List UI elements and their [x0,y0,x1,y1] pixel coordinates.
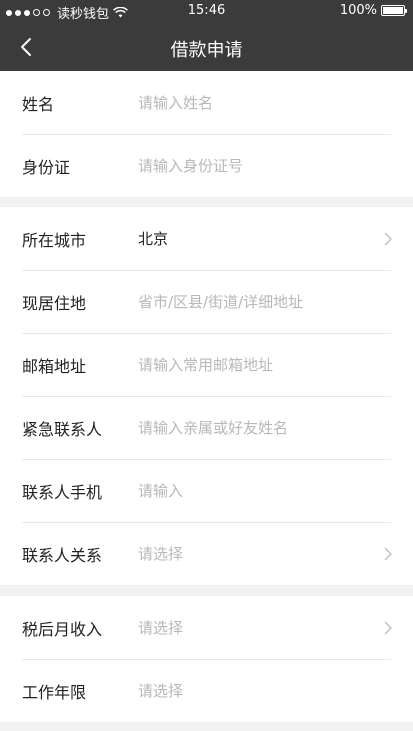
field-label: 工作年限 [22,682,87,702]
section-income: 税后月收入 请选择 工作年限 请选择 [0,596,413,722]
field-label: 联系人手机 [22,482,103,502]
field-label: 姓名 [22,94,55,114]
form-row-income[interactable]: 税后月收入 请选择 [0,596,413,659]
form-row-emergency-contact[interactable]: 紧急联系人 请输入亲属或好友姓名 [0,396,413,459]
income-select[interactable]: 请选择 [138,617,183,638]
field-label: 联系人关系 [22,545,103,565]
page-title: 借款申请 [170,40,243,61]
form-row-id-number[interactable]: 身份证 请输入身份证号 [0,134,413,197]
section-contact: 所在城市 北京 现居住地 省市/区县/街道/详细地址 邮箱地址 请输入常用邮箱地… [0,207,413,585]
contact-relation-select[interactable]: 请选择 [138,543,183,564]
battery-percent: 100% [339,3,377,18]
name-input[interactable]: 请输入姓名 [138,92,213,113]
field-label: 税后月收入 [22,619,103,639]
top-bar: 读秒钱包 15:46 100% 借款申请 [0,0,413,71]
email-input[interactable]: 请输入常用邮箱地址 [138,354,273,375]
residence-input[interactable]: 省市/区县/街道/详细地址 [138,291,303,312]
work-years-select[interactable]: 请选择 [138,680,183,701]
status-bar: 读秒钱包 15:46 100% [0,0,413,24]
section-identity: 姓名 请输入姓名 身份证 请输入身份证号 [0,71,413,197]
form-row-contact-relation[interactable]: 联系人关系 请选择 [0,522,413,585]
chevron-right-icon [384,232,393,246]
field-label: 所在城市 [22,230,87,250]
field-label: 邮箱地址 [22,356,87,376]
id-number-input[interactable]: 请输入身份证号 [138,155,243,176]
navigation-bar: 借款申请 [0,24,413,71]
status-right: 100% [339,3,407,18]
field-label: 身份证 [22,157,71,177]
emergency-contact-input[interactable]: 请输入亲属或好友姓名 [138,417,288,438]
form-row-residence[interactable]: 现居住地 省市/区县/街道/详细地址 [0,270,413,333]
field-label: 现居住地 [22,293,87,313]
city-select[interactable]: 北京 [138,228,168,249]
form-row-name[interactable]: 姓名 请输入姓名 [0,71,413,134]
chevron-right-icon [384,547,393,561]
form-row-city[interactable]: 所在城市 北京 [0,207,413,270]
form-row-work-years[interactable]: 工作年限 请选择 [0,659,413,722]
battery-icon [381,5,407,16]
form-row-email[interactable]: 邮箱地址 请输入常用邮箱地址 [0,333,413,396]
form-row-contact-phone[interactable]: 联系人手机 请输入 [0,459,413,522]
chevron-right-icon [384,621,393,635]
contact-phone-input[interactable]: 请输入 [138,480,183,501]
field-label: 紧急联系人 [22,419,103,439]
